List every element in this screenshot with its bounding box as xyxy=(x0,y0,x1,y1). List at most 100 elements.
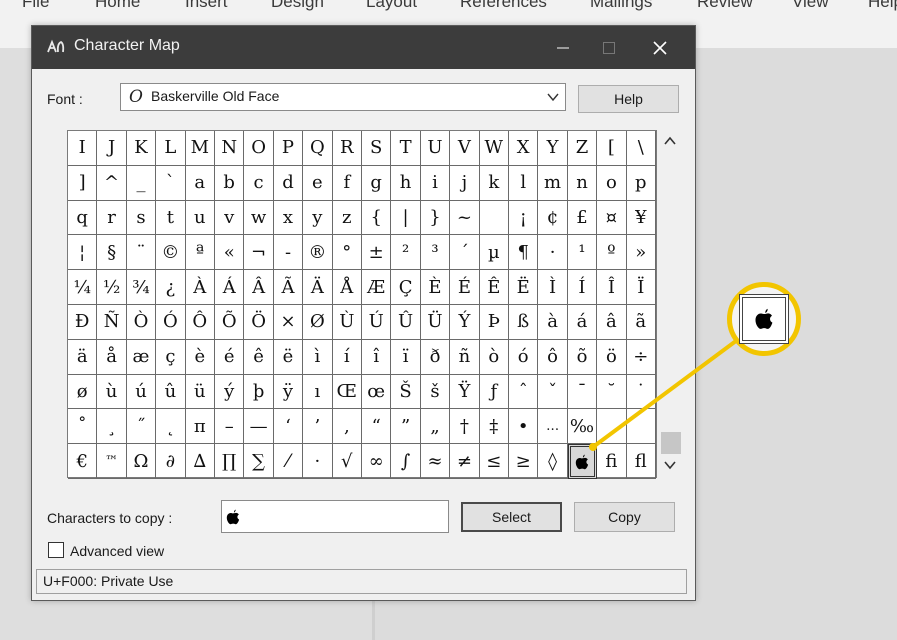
char-cell[interactable]: ˆ xyxy=(509,374,539,410)
char-cell[interactable]: å xyxy=(97,339,127,375)
char-cell[interactable]: © xyxy=(156,235,186,271)
char-cell[interactable]: š xyxy=(420,374,451,410)
char-cell[interactable]: À xyxy=(185,270,215,305)
char-cell[interactable]: z xyxy=(332,200,362,236)
char-cell[interactable]: ü xyxy=(185,374,215,410)
char-cell[interactable]: ¼ xyxy=(68,270,98,305)
character-grid[interactable]: I J K L M N O P Q R S T U V W X Y Z[\] ^ _ ` a b c d e f g h i j k l m n o p… xyxy=(67,130,657,479)
char-cell[interactable]: ± xyxy=(362,235,392,271)
advanced-view-checkbox[interactable] xyxy=(48,542,64,558)
tab-file[interactable]: File xyxy=(22,0,49,12)
char-cell[interactable]: — xyxy=(244,409,274,445)
char-cell[interactable]: Õ xyxy=(215,305,245,340)
char-cell[interactable]: ª xyxy=(185,235,215,271)
char-cell[interactable]: ú xyxy=(126,374,157,410)
char-cell[interactable]: \ xyxy=(626,131,656,166)
char-cell[interactable]: £ xyxy=(567,200,598,236)
select-button[interactable]: Select xyxy=(461,502,562,532)
tab-help[interactable]: Help xyxy=(868,0,897,12)
char-cell[interactable]: ä xyxy=(68,339,98,375)
char-cell[interactable]: é xyxy=(215,339,245,375)
char-cell[interactable]: ≠ xyxy=(450,444,480,479)
char-cell[interactable]: Ω xyxy=(126,444,157,479)
char-cell[interactable]: ‰ xyxy=(567,409,598,445)
char-cell[interactable]: Í xyxy=(567,270,598,305)
char-cell[interactable]: Ç xyxy=(391,270,421,305)
char-cell[interactable]: q xyxy=(68,200,98,236)
char-cell[interactable]: ¬ xyxy=(244,235,274,271)
char-cell[interactable]: ý xyxy=(215,374,245,410)
char-cell[interactable]: Ì xyxy=(538,270,568,305)
char-cell[interactable]: ó xyxy=(509,339,539,375)
char-cell[interactable]: Ú xyxy=(362,305,392,340)
char-cell[interactable]: ˇ xyxy=(538,374,568,410)
char-cell[interactable]: ¶ xyxy=(509,235,539,271)
char-cell[interactable]: ~ xyxy=(450,200,480,236)
char-cell[interactable]: ≥ xyxy=(509,444,539,479)
char-cell[interactable]: i xyxy=(420,165,451,201)
char-cell[interactable]: § xyxy=(97,235,127,271)
scroll-down-icon[interactable] xyxy=(663,460,677,470)
char-cell[interactable]: ² xyxy=(391,235,421,271)
char-cell[interactable]: Î xyxy=(597,270,627,305)
char-cell[interactable]: Ê xyxy=(479,270,509,305)
title-bar[interactable]: Character Map xyxy=(32,26,695,69)
char-cell[interactable]: ¦ xyxy=(68,235,98,271)
char-cell[interactable]: Ó xyxy=(156,305,186,340)
char-cell[interactable]: | xyxy=(391,200,421,236)
char-cell[interactable]: Ä xyxy=(303,270,333,305)
char-cell[interactable]: r xyxy=(97,200,127,236)
char-cell[interactable]: l xyxy=(509,165,539,201)
char-cell[interactable]: π xyxy=(185,409,215,445)
char-cell[interactable]: Ü xyxy=(420,305,451,340)
char-cell[interactable]: « xyxy=(215,235,245,271)
char-cell[interactable]: U xyxy=(420,131,451,166)
char-cell[interactable]: ∑ xyxy=(244,444,274,479)
char-cell[interactable]: ^ xyxy=(97,165,127,201)
tab-view[interactable]: View xyxy=(792,0,829,12)
char-cell[interactable]: Ñ xyxy=(97,305,127,340)
char-cell[interactable]: I xyxy=(68,131,98,166)
char-cell[interactable] xyxy=(626,409,656,445)
char-cell[interactable]: ù xyxy=(97,374,127,410)
char-cell[interactable]: n xyxy=(567,165,598,201)
char-cell[interactable]: ÷ xyxy=(626,339,656,375)
char-cell[interactable]: ³ xyxy=(420,235,451,271)
char-cell[interactable]: ∆ xyxy=(185,444,215,479)
char-cell[interactable]: È xyxy=(420,270,451,305)
help-button[interactable]: Help xyxy=(578,85,679,113)
char-cell[interactable]: J xyxy=(97,131,127,166)
char-cell[interactable]: û xyxy=(156,374,186,410)
char-cell[interactable]: _ xyxy=(126,165,157,201)
char-cell[interactable]: Z xyxy=(567,131,598,166)
char-cell[interactable] xyxy=(597,409,627,445)
char-cell[interactable]: u xyxy=(185,200,215,236)
char-cell[interactable]: g xyxy=(362,165,392,201)
char-cell[interactable]: Y xyxy=(538,131,568,166)
char-cell[interactable]: ¸ xyxy=(97,409,127,445)
char-cell[interactable]: ∫ xyxy=(391,444,421,479)
char-cell[interactable]: Ø xyxy=(303,305,333,340)
char-cell[interactable]: { xyxy=(362,200,392,236)
char-cell[interactable]: Q xyxy=(303,131,333,166)
characters-to-copy-input[interactable] xyxy=(221,500,449,533)
char-cell[interactable]: ß xyxy=(509,305,539,340)
char-cell[interactable]: ¥ xyxy=(626,200,656,236)
char-cell[interactable]: ﬂ xyxy=(626,444,656,479)
char-cell[interactable]: ™ xyxy=(97,444,127,479)
char-cell[interactable]: - xyxy=(273,235,304,271)
char-cell[interactable]: ê xyxy=(244,339,274,375)
char-cell[interactable]: ” xyxy=(391,409,421,445)
char-cell[interactable]: ¨ xyxy=(126,235,157,271)
char-cell[interactable]: f xyxy=(332,165,362,201)
char-cell[interactable]: o xyxy=(597,165,627,201)
char-cell[interactable]: Æ xyxy=(362,270,392,305)
char-cell[interactable]: v xyxy=(215,200,245,236)
char-cell[interactable]: Å xyxy=(332,270,362,305)
char-cell[interactable]: ∂ xyxy=(156,444,186,479)
char-cell[interactable]: e xyxy=(303,165,333,201)
char-cell[interactable]: è xyxy=(185,339,215,375)
char-cell[interactable]: þ xyxy=(244,374,274,410)
char-cell[interactable]: õ xyxy=(567,339,598,375)
char-cell[interactable]: y xyxy=(303,200,333,236)
